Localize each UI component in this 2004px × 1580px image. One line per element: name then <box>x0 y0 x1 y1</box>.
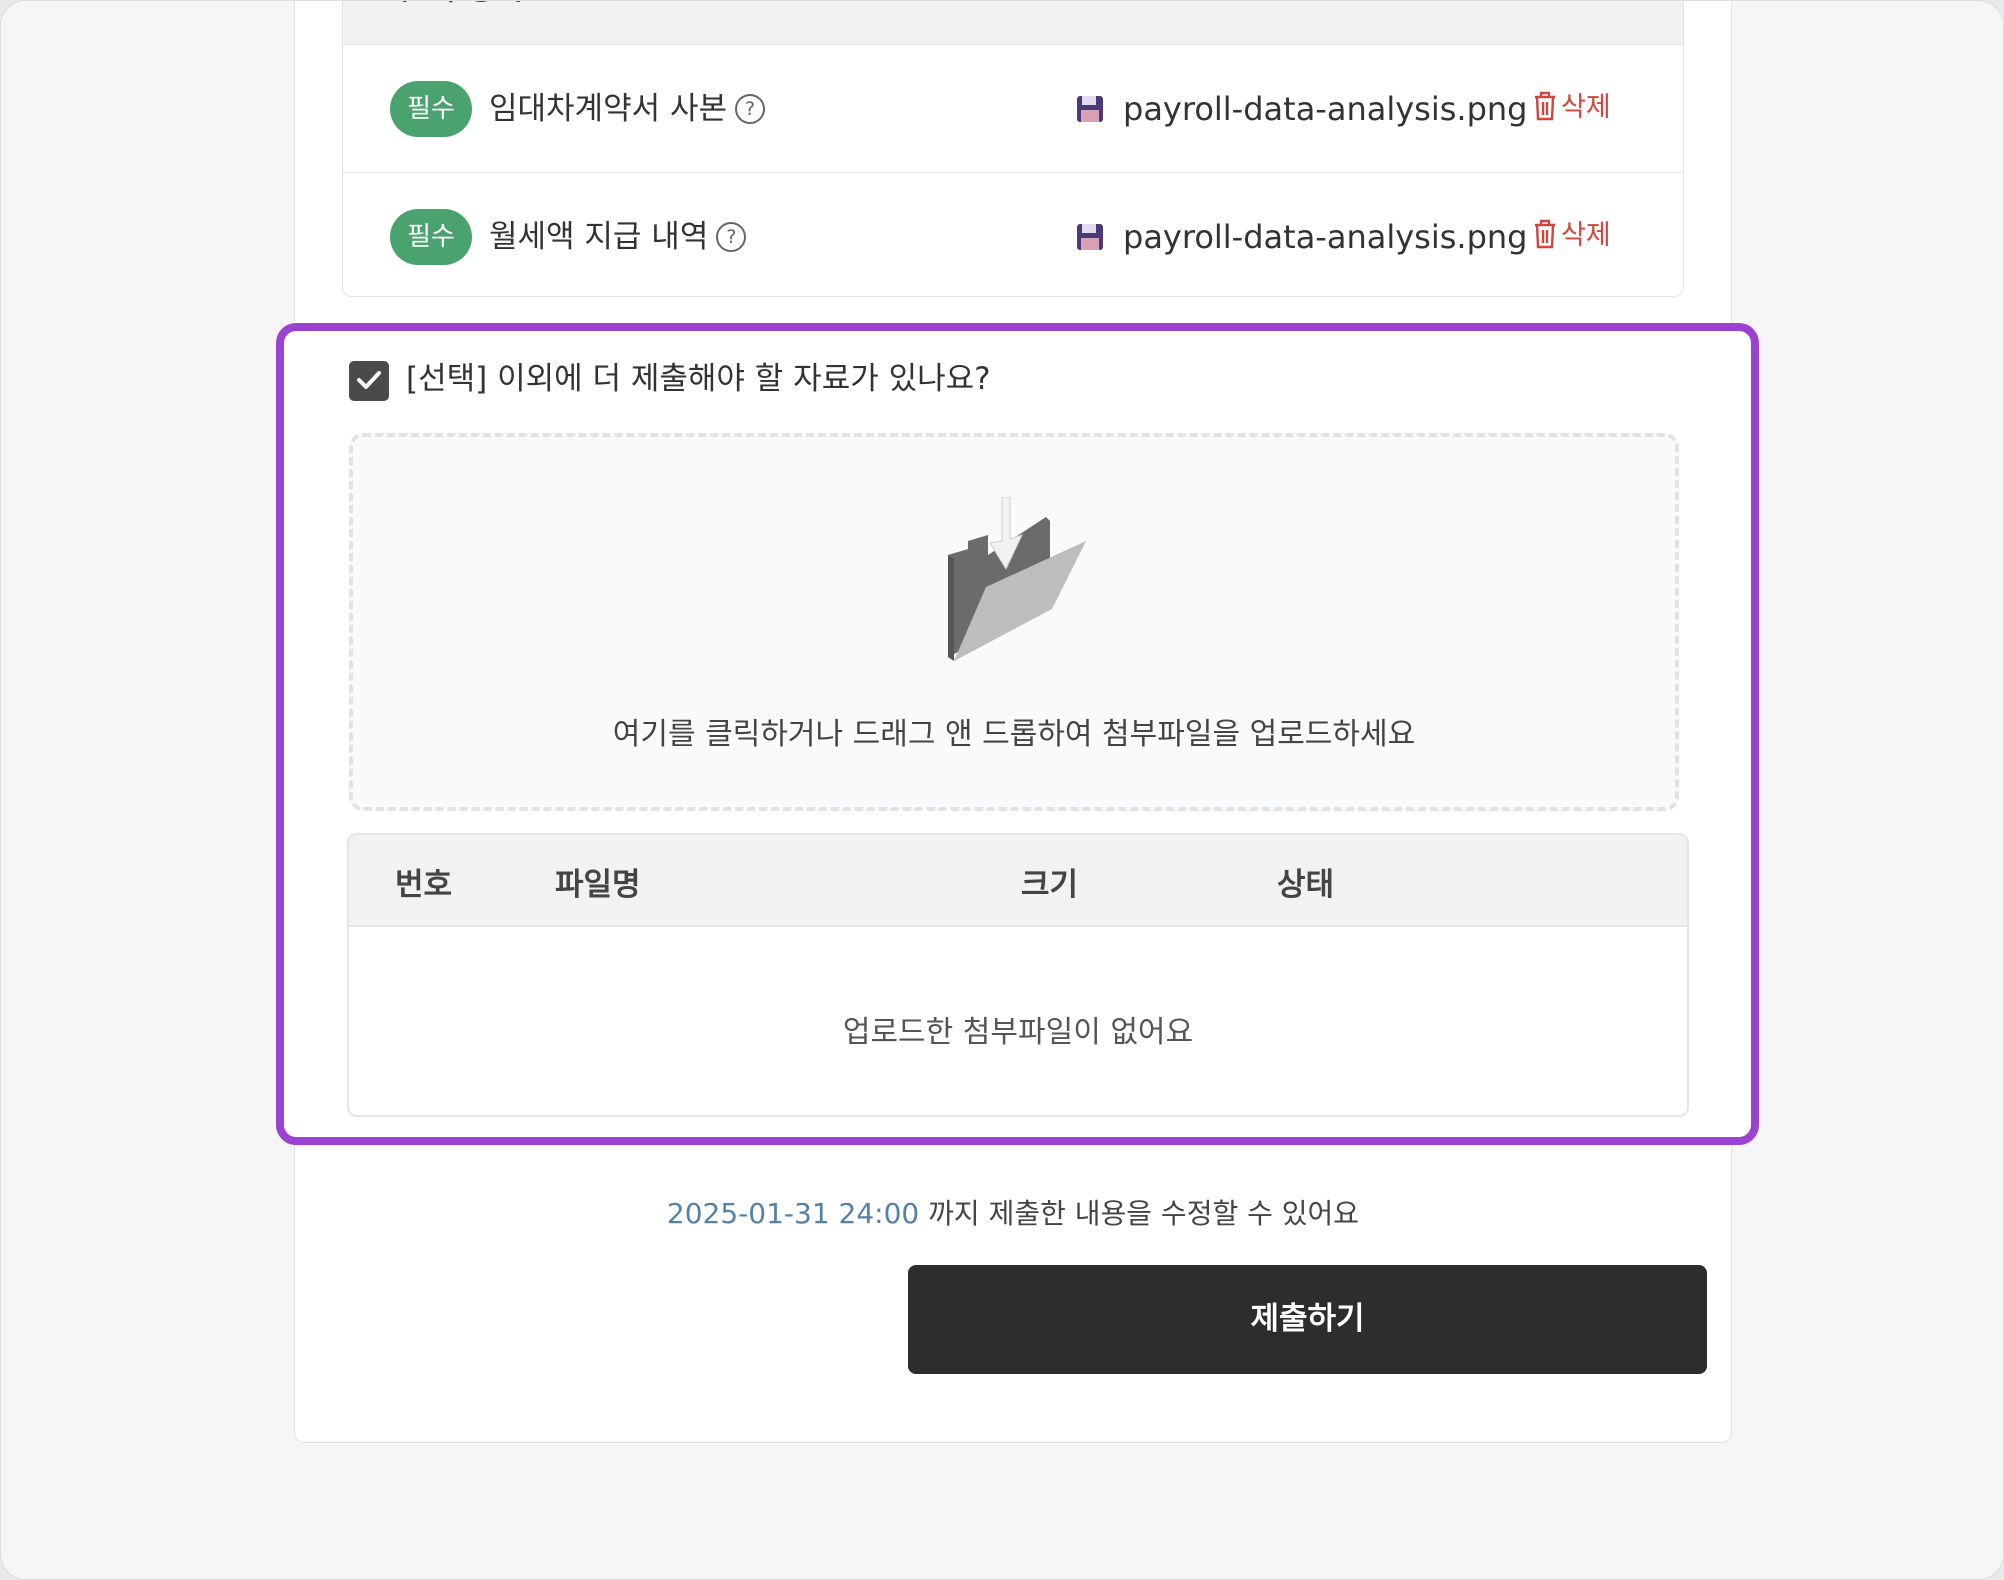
optional-docs-label[interactable]: [선택] 이외에 더 제출해야 할 자료가 있나요? <box>406 357 991 401</box>
required-docs-header: 구 독 상세 <box>343 1 1683 45</box>
optional-docs-section: [선택] 이외에 더 제출해야 할 자료가 있나요? 여기를 클릭하거나 드래그… <box>276 323 1759 1145</box>
doc-name: 임대차계약서 사본? <box>489 87 766 131</box>
doc-name-text: 월세액 지급 내역 <box>489 219 709 255</box>
check-icon <box>357 371 381 389</box>
uploaded-files-table: 번호 파일명 크기 상태 업로드한 첨부파일이 없어요 <box>347 833 1689 1117</box>
column-header-number: 번호 <box>395 867 453 903</box>
required-doc-row: 필수 임대차계약서 사본? payroll-data-analysis.png … <box>343 45 1683 173</box>
column-header-size: 크기 <box>1021 867 1079 903</box>
folder-download-icon <box>948 497 1086 661</box>
floppy-disk-icon <box>1077 224 1103 250</box>
trash-icon <box>1535 91 1555 120</box>
doc-name-text: 임대차계약서 사본 <box>489 91 728 127</box>
optional-docs-checkbox[interactable] <box>349 361 389 401</box>
file-name[interactable]: payroll-data-analysis.png <box>1123 215 1527 259</box>
deadline-date: 2025-01-31 24:00 <box>666 1197 920 1230</box>
doc-name: 월세액 지급 내역? <box>489 215 747 259</box>
required-badge: 필수 <box>390 209 472 265</box>
empty-state-text: 업로드한 첨부파일이 없어요 <box>842 1015 1194 1050</box>
required-docs-header-label: 구 독 상세 <box>391 1 522 8</box>
question-circle-icon[interactable]: ? <box>716 221 747 252</box>
required-docs-table: 구 독 상세 필수 임대차계약서 사본? payroll-data-analys… <box>342 1 1684 297</box>
trash-icon <box>1535 219 1555 248</box>
dropzone-instruction: 여기를 클릭하거나 드래그 앤 드롭하여 첨부파일을 업로드하세요 <box>612 717 1416 752</box>
required-badge: 필수 <box>390 81 472 137</box>
file-name[interactable]: payroll-data-analysis.png <box>1123 87 1527 131</box>
delete-label: 삭제 <box>1561 92 1611 123</box>
column-header-status: 상태 <box>1277 867 1335 903</box>
submit-button[interactable]: 제출하기 <box>908 1265 1707 1374</box>
question-circle-icon[interactable]: ? <box>735 93 766 124</box>
delete-button[interactable]: 삭제 <box>1533 89 1611 127</box>
floppy-disk-icon <box>1077 96 1103 122</box>
edit-deadline-notice: 2025-01-31 24:00 까지 제출한 내용을 수정할 수 있어요 <box>295 1192 1731 1232</box>
delete-label: 삭제 <box>1561 220 1611 251</box>
delete-button[interactable]: 삭제 <box>1533 217 1611 255</box>
column-header-filename: 파일명 <box>555 867 641 903</box>
required-doc-row: 필수 월세액 지급 내역? payroll-data-analysis.png … <box>343 173 1683 296</box>
page-frame: 구 독 상세 필수 임대차계약서 사본? payroll-data-analys… <box>0 0 2004 1580</box>
deadline-text: 까지 제출한 내용을 수정할 수 있어요 <box>919 1197 1360 1230</box>
file-dropzone[interactable]: 여기를 클릭하거나 드래그 앤 드롭하여 첨부파일을 업로드하세요 <box>349 433 1679 811</box>
uploaded-files-header: 번호 파일명 크기 상태 <box>349 835 1687 927</box>
